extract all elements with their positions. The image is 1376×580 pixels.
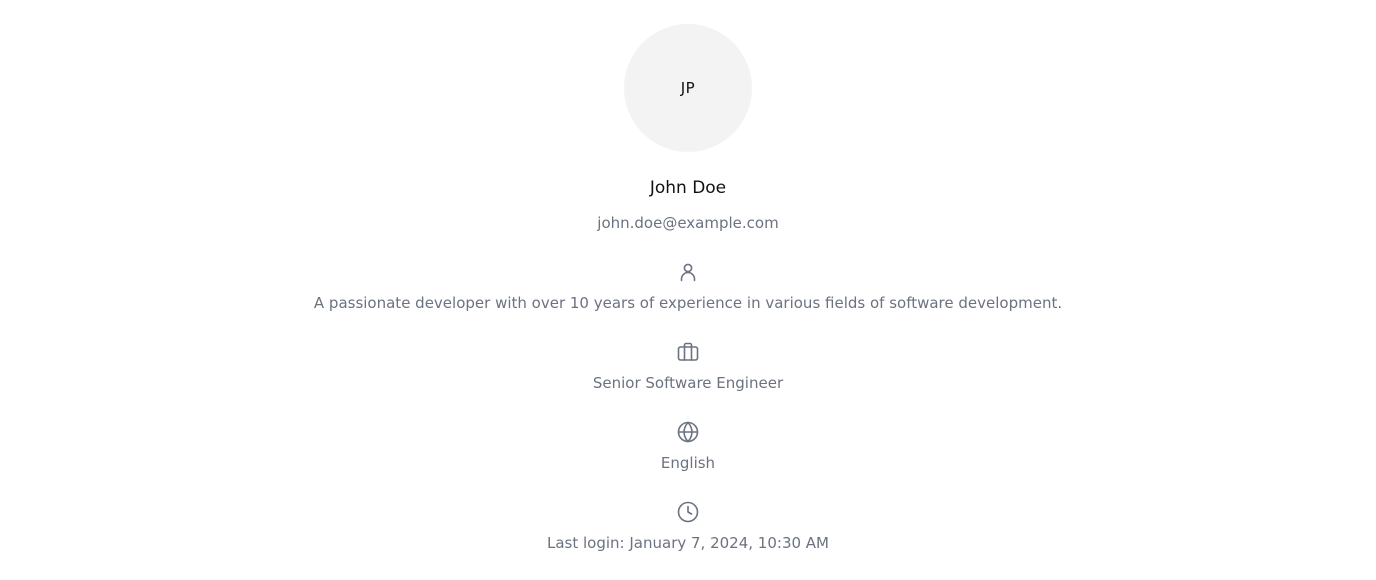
last-login: Last login: January 7, 2024, 10:30 AM (547, 534, 829, 552)
user-job-title: Senior Software Engineer (592, 374, 784, 392)
user-profile: JP John Doe john.doe@example.com A passi… (0, 0, 1376, 580)
user-bio: A passionate developer with over 10 year… (313, 294, 1063, 312)
avatar-initials: JP (680, 79, 696, 97)
user-name: John Doe (649, 178, 727, 198)
globe-icon (676, 420, 700, 444)
user-language: English (660, 454, 716, 472)
clock-icon (676, 500, 700, 524)
user-icon (676, 260, 700, 284)
avatar: JP (624, 24, 752, 152)
user-email: john.doe@example.com (597, 214, 779, 232)
briefcase-icon (676, 340, 700, 364)
